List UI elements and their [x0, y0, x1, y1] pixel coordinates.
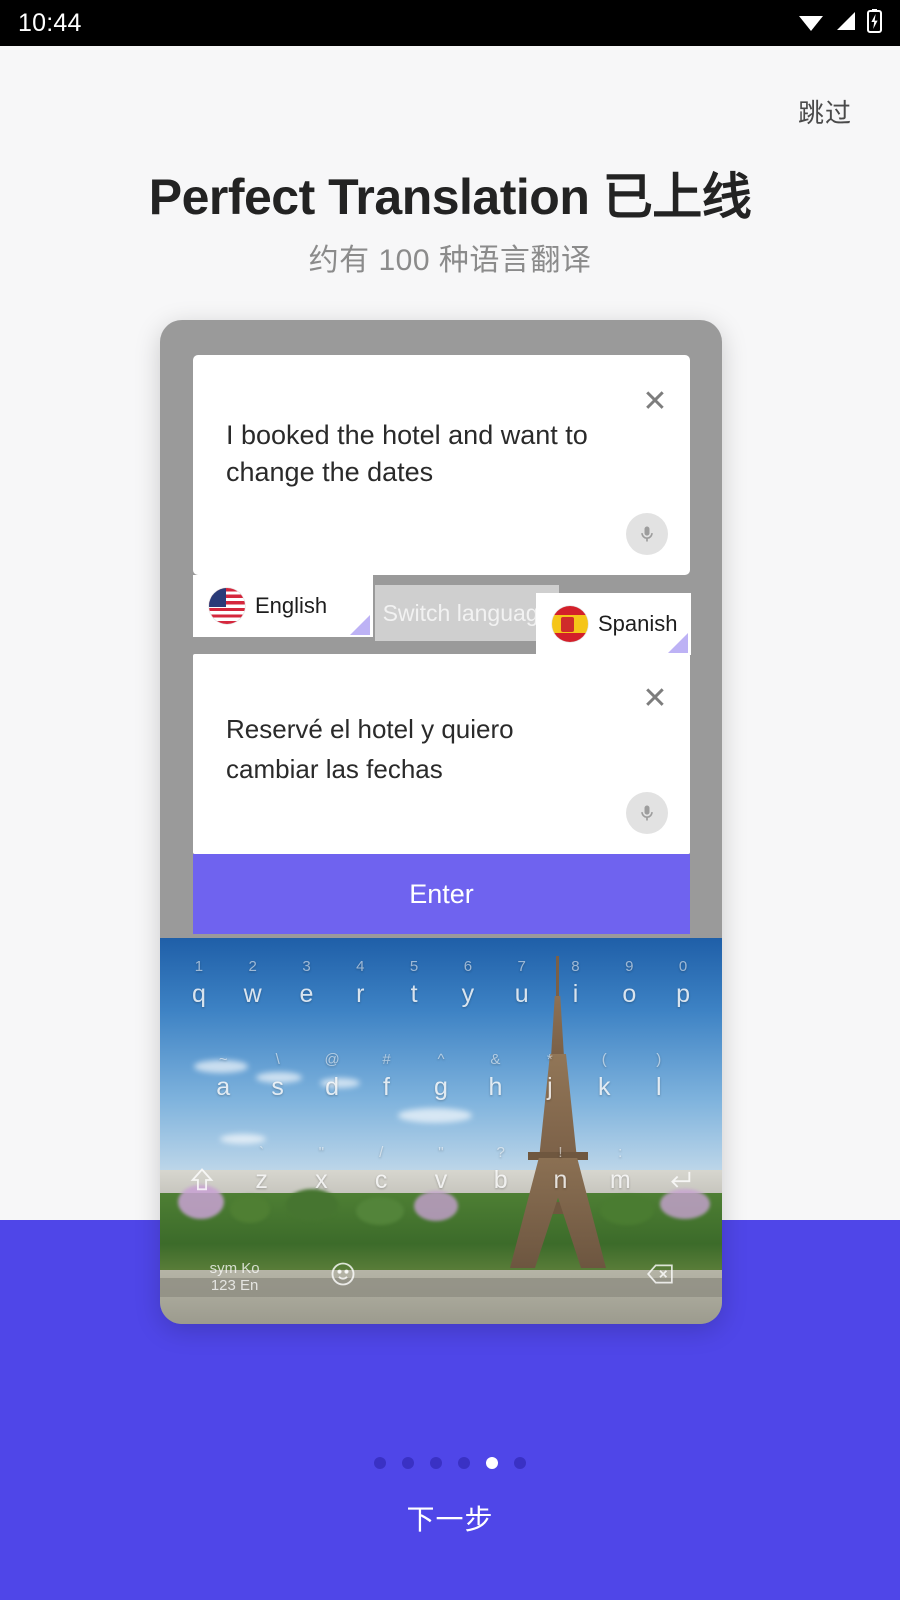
key-v[interactable]: " v — [419, 1144, 463, 1201]
flag-united-states-icon — [209, 588, 245, 624]
key-h[interactable]: & h — [473, 1051, 517, 1102]
page-dot-6[interactable] — [514, 1457, 526, 1469]
target-language-selector[interactable]: Spanish — [536, 593, 691, 655]
onboarding-screen: 10:44 跳过 Perfect Translation 已上线 约有 100 … — [0, 0, 900, 1600]
key-q[interactable]: 1q — [177, 958, 221, 1009]
phone-preview-mock: I booked the hotel and want to change th… — [160, 320, 722, 1324]
page-dot-1[interactable] — [374, 1457, 386, 1469]
key-o[interactable]: 9o — [607, 958, 651, 1009]
cellular-signal-icon — [834, 10, 858, 37]
close-icon[interactable]: ✕ — [642, 387, 668, 417]
enter-key-icon[interactable] — [658, 1166, 702, 1201]
keyboard-row-2[interactable]: ~ a \ s @ d # f ^ g & h * j (k ) l — [160, 1051, 722, 1102]
key-t[interactable]: 5t — [392, 958, 436, 1009]
backspace-icon[interactable] — [638, 1260, 682, 1295]
microphone-icon[interactable] — [626, 513, 668, 555]
status-bar-clock: 10:44 — [18, 8, 82, 37]
corner-triangle-icon — [668, 633, 688, 653]
key-r[interactable]: 4r — [338, 958, 382, 1009]
close-icon[interactable]: ✕ — [642, 684, 668, 714]
symbol-language-key[interactable]: sym Ko 123 En — [200, 1260, 270, 1295]
target-language-label: Spanish — [598, 611, 678, 636]
language-selection-bar: English Switch language Spanish — [160, 575, 722, 655]
page-dot-5-active[interactable] — [486, 1457, 498, 1469]
keyboard-keys[interactable]: 1q 2w 3e 4r 5t 6y 7u 8i 9o 0p ~ a \ s @ d #… — [160, 938, 722, 1324]
sym-key-bottom-label: 123 En — [210, 1277, 259, 1294]
battery-charging-icon — [867, 8, 882, 38]
page-subtitle: 约有 100 种语言翻译 — [308, 244, 592, 277]
shift-icon[interactable] — [180, 1166, 224, 1201]
page-dot-4[interactable] — [458, 1457, 470, 1469]
key-u[interactable]: 7u — [500, 958, 544, 1009]
status-bar-icons — [797, 8, 882, 38]
key-k[interactable]: (k — [582, 1051, 626, 1102]
key-p[interactable]: 0p — [661, 958, 705, 1009]
key-f[interactable]: # f — [365, 1051, 409, 1102]
skip-button[interactable]: 跳过 — [798, 93, 852, 130]
key-d[interactable]: @ d — [310, 1051, 354, 1102]
key-a[interactable]: ~ a — [201, 1051, 245, 1102]
key-w[interactable]: 2w — [231, 958, 275, 1009]
page-title: Perfect Translation 已上线 — [148, 169, 752, 225]
key-l[interactable]: ) l — [637, 1051, 681, 1102]
keyboard-row-4[interactable]: sym Ko 123 En — [160, 1260, 722, 1295]
key-b[interactable]: ? b — [479, 1144, 523, 1201]
translated-text-panel[interactable]: Reservé el hotel y quiero cambiar las fe… — [193, 654, 690, 854]
switch-language-button[interactable]: Switch language — [375, 585, 559, 641]
keyboard-row-1[interactable]: 1q 2w 3e 4r 5t 6y 7u 8i 9o 0p — [160, 958, 722, 1009]
key-j[interactable]: * j — [528, 1051, 572, 1102]
key-g[interactable]: ^ g — [419, 1051, 463, 1102]
page-indicator-dots — [0, 1457, 900, 1469]
space-bar-extra[interactable] — [527, 1260, 587, 1295]
key-i[interactable]: 8i — [553, 958, 597, 1009]
space-bar[interactable] — [416, 1260, 476, 1295]
key-y[interactable]: 6y — [446, 958, 490, 1009]
corner-triangle-icon — [350, 615, 370, 635]
page-dot-3[interactable] — [430, 1457, 442, 1469]
emoji-icon[interactable] — [321, 1260, 365, 1295]
source-text-panel[interactable]: I booked the hotel and want to change th… — [193, 355, 690, 575]
translated-text: Reservé el hotel y quiero cambiar las fe… — [226, 714, 514, 784]
microphone-icon[interactable] — [626, 792, 668, 834]
flag-spain-icon — [552, 606, 588, 642]
key-z[interactable]: ` z — [240, 1144, 284, 1201]
key-c[interactable]: / c — [359, 1144, 403, 1201]
sym-key-top-label: sym Ko — [209, 1260, 260, 1277]
page-dot-2[interactable] — [402, 1457, 414, 1469]
key-x[interactable]: " x — [299, 1144, 343, 1201]
next-button[interactable]: 下一步 — [0, 1498, 900, 1538]
source-language-label: English — [255, 593, 328, 618]
status-bar: 10:44 — [0, 0, 900, 46]
virtual-keyboard[interactable]: 1q 2w 3e 4r 5t 6y 7u 8i 9o 0p ~ a \ s @ d #… — [160, 938, 722, 1324]
wifi-icon — [797, 10, 825, 37]
keyboard-row-3[interactable]: ` z " x / c " v ? b ! n :m — [160, 1144, 722, 1201]
key-n[interactable]: ! n — [538, 1144, 582, 1201]
key-s[interactable]: \ s — [256, 1051, 300, 1102]
key-e[interactable]: 3e — [284, 958, 328, 1009]
key-m[interactable]: :m — [598, 1144, 642, 1201]
enter-button[interactable]: Enter — [193, 854, 690, 934]
source-language-selector[interactable]: English — [193, 575, 373, 637]
source-text: I booked the hotel and want to change th… — [226, 420, 588, 487]
